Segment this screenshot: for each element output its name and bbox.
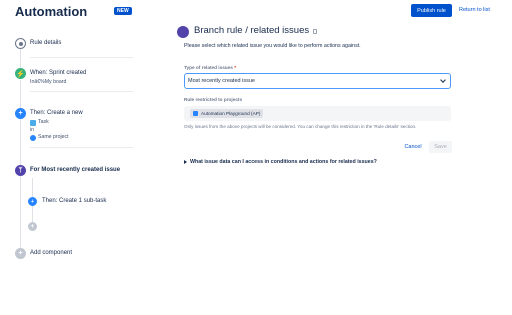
flow-rail-3: [20, 119, 21, 165]
trigger-title[interactable]: When: Sprint created: [30, 70, 86, 76]
sub-action-icon[interactable]: +: [28, 197, 37, 206]
trigger-icon[interactable]: ⚡: [15, 68, 26, 79]
rule-details-icon[interactable]: [15, 38, 26, 49]
caret-right-icon: [184, 159, 187, 164]
task-checkbox-icon: [30, 120, 36, 126]
panel-title: Branch rule / related issues: [194, 25, 310, 36]
flow-rail-2: [20, 80, 21, 108]
project-pill: Automation Playground (AP): [190, 109, 264, 118]
add-component-icon[interactable]: +: [15, 248, 26, 259]
restrict-note: Only issues from the above projects will…: [184, 124, 417, 129]
action-title[interactable]: Then: Create a new: [30, 110, 83, 116]
panel-description: Please select which related issue you wo…: [184, 43, 361, 49]
project-icon: [30, 135, 36, 141]
flow-rail-4: [20, 176, 21, 252]
project-name: Automation Playground (AP): [201, 111, 261, 116]
rule-details-label[interactable]: Rule details: [30, 40, 61, 46]
sub-action-title[interactable]: Then: Create 1 sub-task: [42, 198, 106, 204]
divider: [30, 57, 133, 58]
cancel-button[interactable]: Cancel: [399, 141, 427, 153]
faq-toggle[interactable]: What issue data can I access in conditio…: [184, 159, 377, 165]
select-value: Most recently created issue: [188, 78, 255, 84]
page-title: Automation: [15, 4, 88, 19]
publish-rule-button[interactable]: Publish rule: [411, 4, 452, 17]
action-project: Same project: [38, 134, 69, 140]
chevron-down-icon: [440, 77, 446, 83]
flow-rail-1: [20, 48, 21, 68]
divider: [30, 91, 133, 92]
restrict-label: Rule restricted to projects: [184, 97, 243, 102]
action-task: Task: [38, 119, 49, 125]
related-issue-select[interactable]: Most recently created issue: [184, 73, 451, 89]
action-icon[interactable]: +: [15, 108, 26, 119]
trigger-board: Inâ€%My board: [30, 79, 67, 85]
project-icon: [193, 111, 198, 116]
branch-title[interactable]: For Most recently created issue: [30, 167, 120, 173]
add-component-label[interactable]: Add component: [30, 250, 72, 256]
branch-add-icon[interactable]: +: [28, 222, 37, 231]
action-in: in: [30, 127, 35, 133]
branch-rule-icon: [177, 26, 189, 38]
save-button[interactable]: Save: [429, 141, 452, 153]
divider: [30, 147, 133, 148]
faq-label: What issue data can I access in conditio…: [190, 159, 377, 165]
return-to-list-link[interactable]: Return to list: [459, 7, 490, 13]
new-badge: NEW: [114, 7, 132, 15]
feedback-icon[interactable]: [313, 29, 317, 34]
type-label: Type of related issues *: [184, 65, 237, 70]
branch-icon[interactable]: ᛘ: [15, 165, 26, 176]
